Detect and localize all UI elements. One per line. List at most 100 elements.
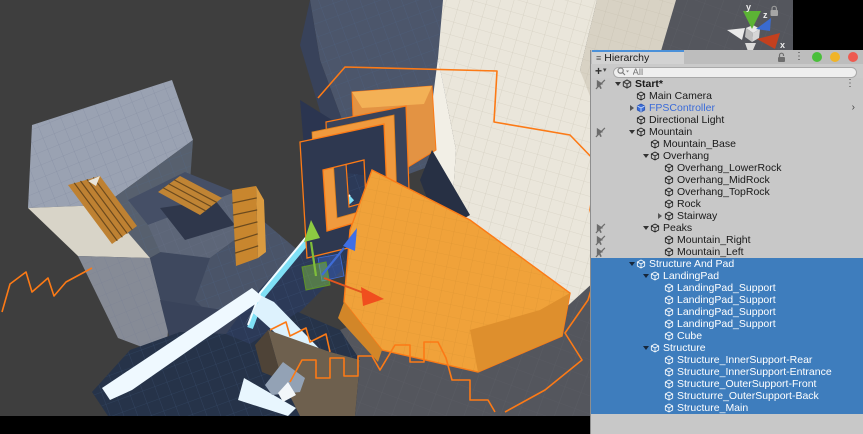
expand-spacer bbox=[655, 356, 664, 365]
picking-disabled-icon[interactable] bbox=[595, 223, 606, 234]
expand-spacer bbox=[627, 92, 636, 101]
object-label: Structure_InnerSupport-Entrance bbox=[677, 366, 832, 378]
window-button-yellow[interactable] bbox=[830, 52, 840, 62]
search-input[interactable] bbox=[613, 67, 857, 78]
hierarchy-row-mountain-base[interactable]: Mountain_Base bbox=[591, 138, 863, 150]
expand-spacer bbox=[655, 284, 664, 293]
object-label: LandingPad_Support bbox=[677, 318, 776, 330]
hierarchy-row-fpscontroller[interactable]: FPSController› bbox=[591, 102, 863, 114]
cube-icon bbox=[664, 307, 675, 317]
expand-arrow[interactable] bbox=[641, 344, 650, 353]
object-label: Peaks bbox=[663, 222, 692, 234]
hierarchy-row-structurre-outersupport-back[interactable]: Structurre_OuterSupport-Back bbox=[591, 390, 863, 402]
expand-arrow[interactable] bbox=[641, 152, 650, 161]
hierarchy-rows: Start* ⋮ Main CameraFPSController›Directio… bbox=[591, 78, 863, 434]
create-button[interactable]: + ▾ bbox=[595, 66, 607, 76]
tab-hierarchy[interactable]: ≡ Hierarchy bbox=[592, 50, 684, 64]
hierarchy-row-structure-outersupport-front[interactable]: Structure_OuterSupport-Front bbox=[591, 378, 863, 390]
cube-icon bbox=[664, 403, 675, 413]
search-field[interactable] bbox=[613, 66, 857, 77]
picking-disabled-icon[interactable] bbox=[595, 247, 606, 258]
hierarchy-row-structure-innersupport-entrance[interactable]: Structure_InnerSupport-Entrance bbox=[591, 366, 863, 378]
hierarchy-row-overhang-midrock[interactable]: Overhang_MidRock bbox=[591, 174, 863, 186]
picking-disabled-icon[interactable] bbox=[595, 79, 606, 90]
expand-arrow[interactable] bbox=[627, 104, 636, 113]
picking-disabled-icon[interactable] bbox=[595, 127, 606, 138]
object-label: Structure_InnerSupport-Rear bbox=[677, 354, 812, 366]
lock-icon[interactable] bbox=[777, 52, 786, 63]
cube-icon bbox=[664, 283, 675, 293]
object-label: Mountain_Base bbox=[663, 138, 736, 150]
hierarchy-row-start-[interactable]: Start* ⋮ bbox=[591, 78, 863, 90]
hierarchy-row-stairway[interactable]: Stairway bbox=[591, 210, 863, 222]
create-button-label: + bbox=[595, 66, 602, 76]
object-label: Structure_OuterSupport-Front bbox=[677, 378, 816, 390]
object-label: Overhang_MidRock bbox=[677, 174, 770, 186]
prefab-chevron-icon[interactable]: › bbox=[852, 103, 855, 113]
object-label: Structurre_OuterSupport-Back bbox=[677, 390, 819, 402]
hierarchy-row-landingpad-support[interactable]: LandingPad_Support bbox=[591, 294, 863, 306]
hierarchy-row-directional-light[interactable]: Directional Light bbox=[591, 114, 863, 126]
expand-spacer bbox=[655, 380, 664, 389]
expand-arrow[interactable] bbox=[627, 260, 636, 269]
object-label: LandingPad_Support bbox=[677, 282, 776, 294]
cube-icon bbox=[664, 355, 675, 365]
hierarchy-row-structure-and-pad[interactable]: Structure And Pad bbox=[591, 258, 863, 270]
expand-arrow[interactable] bbox=[641, 224, 650, 233]
expand-spacer bbox=[655, 164, 664, 173]
cube-icon bbox=[664, 187, 675, 197]
expand-arrow[interactable] bbox=[613, 80, 622, 89]
cube-icon bbox=[636, 259, 647, 269]
expand-arrow[interactable] bbox=[655, 212, 664, 221]
expand-arrow[interactable] bbox=[627, 128, 636, 137]
tab-label: Hierarchy bbox=[604, 52, 649, 64]
cube-icon bbox=[650, 271, 661, 281]
hierarchy-row-mountain-left[interactable]: Mountain_Left bbox=[591, 246, 863, 258]
hierarchy-row-structure-main[interactable]: Structure_Main bbox=[591, 402, 863, 414]
cube-icon bbox=[636, 127, 647, 137]
cube-icon bbox=[664, 235, 675, 245]
hierarchy-row-rock[interactable]: Rock bbox=[591, 198, 863, 210]
hierarchy-row-structure-innersupport-rear[interactable]: Structure_InnerSupport-Rear bbox=[591, 354, 863, 366]
cube-icon bbox=[664, 367, 675, 377]
hierarchy-row-overhang[interactable]: Overhang bbox=[591, 150, 863, 162]
expand-spacer bbox=[655, 392, 664, 401]
cube-icon bbox=[664, 379, 675, 389]
hierarchy-row-main-camera[interactable]: Main Camera bbox=[591, 90, 863, 102]
stairway-long bbox=[232, 186, 266, 266]
hierarchy-row-landingpad[interactable]: LandingPad bbox=[591, 270, 863, 282]
cube-icon bbox=[650, 343, 661, 353]
hierarchy-row-mountain-right[interactable]: Mountain_Right bbox=[591, 234, 863, 246]
hierarchy-row-mountain[interactable]: Mountain bbox=[591, 126, 863, 138]
cube-icon bbox=[650, 223, 661, 233]
hierarchy-row-landingpad-support[interactable]: LandingPad_Support bbox=[591, 318, 863, 330]
scene-icon bbox=[622, 79, 633, 89]
object-label: Main Camera bbox=[649, 90, 712, 102]
picking-disabled-icon[interactable] bbox=[595, 235, 606, 246]
hierarchy-row-landingpad-support[interactable]: LandingPad_Support bbox=[591, 306, 863, 318]
panel-kebab-icon[interactable]: ⋮ bbox=[794, 52, 804, 62]
hierarchy-panel: ≡ Hierarchy ⋮ + ▾ Start*⋮Main bbox=[590, 50, 863, 434]
hierarchy-row-peaks[interactable]: Peaks bbox=[591, 222, 863, 234]
hierarchy-toolbar: + ▾ bbox=[591, 64, 863, 78]
cube-icon bbox=[664, 247, 675, 257]
axis-label-x: x bbox=[780, 40, 785, 50]
object-label: Start* bbox=[635, 78, 663, 90]
window-button-red[interactable] bbox=[848, 52, 858, 62]
axis-label-z: z bbox=[763, 10, 768, 20]
hierarchy-row-cube[interactable]: Cube bbox=[591, 330, 863, 342]
row-kebab-icon[interactable]: ⋮ bbox=[845, 79, 855, 89]
object-label: Structure And Pad bbox=[649, 258, 734, 270]
object-label: LandingPad bbox=[663, 270, 719, 282]
expand-spacer bbox=[655, 248, 664, 257]
expand-spacer bbox=[627, 116, 636, 125]
expand-arrow[interactable] bbox=[641, 272, 650, 281]
hierarchy-row-overhang-toprock[interactable]: Overhang_TopRock bbox=[591, 186, 863, 198]
hierarchy-row-landingpad-support[interactable]: LandingPad_Support bbox=[591, 282, 863, 294]
hierarchy-row-overhang-lowerrock[interactable]: Overhang_LowerRock bbox=[591, 162, 863, 174]
object-label: LandingPad_Support bbox=[677, 294, 776, 306]
window-button-green[interactable] bbox=[812, 52, 822, 62]
expand-spacer bbox=[655, 404, 664, 413]
hierarchy-row-structure[interactable]: Structure bbox=[591, 342, 863, 354]
object-label: Directional Light bbox=[649, 114, 724, 126]
